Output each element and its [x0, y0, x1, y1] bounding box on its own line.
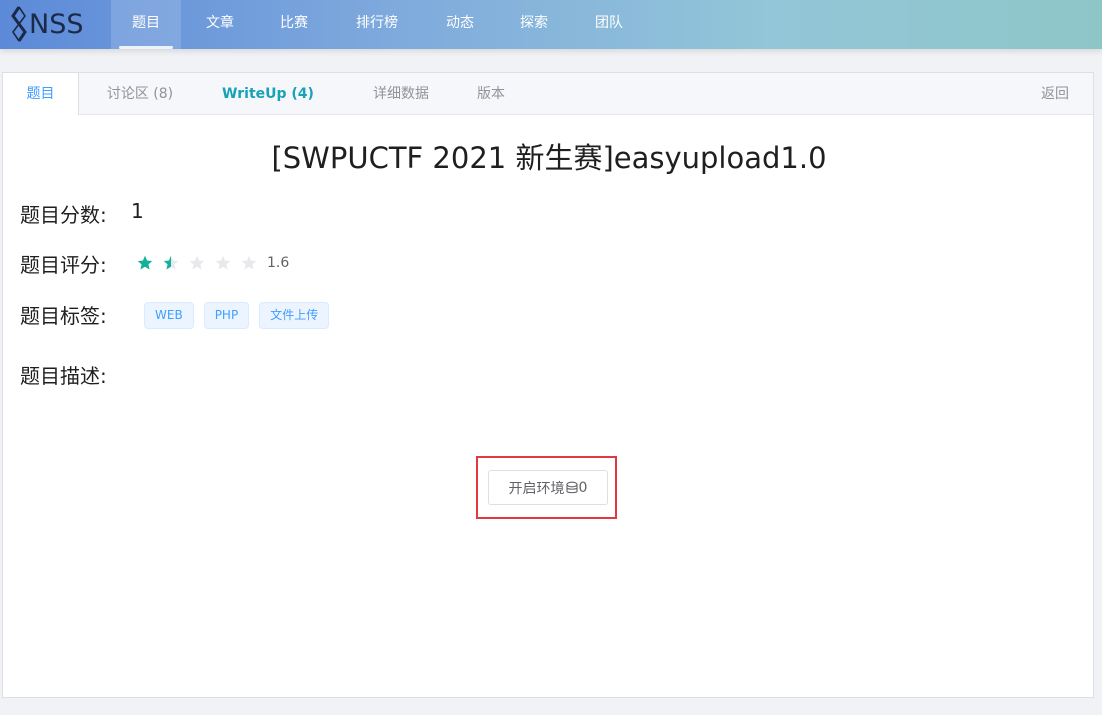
logo-mark-icon — [10, 6, 28, 42]
site-logo[interactable]: NSS — [10, 6, 83, 42]
tab-problem[interactable]: 题目 — [3, 73, 79, 115]
tag-file-upload[interactable]: 文件上传 — [259, 302, 330, 329]
score-value: 1 — [131, 199, 144, 223]
nav-item-problems[interactable]: 题目 — [111, 0, 181, 49]
tab-details[interactable]: 详细数据 — [361, 73, 441, 115]
star-icon[interactable] — [241, 253, 267, 273]
rating-label: 题目评分: — [20, 253, 107, 277]
nav-item-rankings[interactable]: 排行榜 — [343, 0, 411, 49]
nav-item-explore[interactable]: 探索 — [504, 0, 564, 49]
logo-text: NSS — [29, 8, 84, 40]
tab-version[interactable]: 版本 — [469, 73, 513, 115]
tag-web[interactable]: WEB — [144, 302, 194, 329]
tab-writeup[interactable]: WriteUp (4) — [213, 73, 323, 115]
top-navbar: NSS 题目 文章 比赛 排行榜 动态 探索 团队 — [0, 0, 1102, 49]
start-environment-cost: 0 — [578, 479, 588, 496]
star-icon[interactable] — [189, 253, 215, 273]
return-link[interactable]: 返回 — [1041, 73, 1069, 115]
nav-item-contests[interactable]: 比赛 — [264, 0, 324, 49]
nav-item-articles[interactable]: 文章 — [190, 0, 250, 49]
start-environment-label: 开启环境 — [508, 480, 565, 497]
score-label: 题目分数: — [20, 203, 107, 227]
rating-value: 1.6 — [267, 255, 290, 271]
problem-tabs: 题目 讨论区 (8) WriteUp (4) 详细数据 版本 返回 — [3, 73, 1093, 115]
rating-stars[interactable]: 1.6 — [137, 253, 289, 273]
tag-php[interactable]: PHP — [203, 302, 250, 329]
nav-item-teams[interactable]: 团队 — [579, 0, 639, 49]
tags-label: 题目标签: — [20, 304, 107, 328]
nav-item-activity[interactable]: 动态 — [430, 0, 490, 49]
tab-discussion[interactable]: 讨论区 (8) — [95, 73, 185, 115]
problem-title: [SWPUCTF 2021 新生赛]easyupload1.0 — [271, 141, 827, 175]
description-label: 题目描述: — [20, 364, 107, 388]
star-icon[interactable] — [137, 253, 163, 273]
start-environment-button[interactable]: 开启环境 0 — [488, 470, 608, 505]
tag-list: WEB PHP 文件上传 — [144, 302, 339, 329]
coin-stack-icon — [565, 481, 578, 495]
star-icon[interactable] — [215, 253, 241, 273]
problem-card: 题目 讨论区 (8) WriteUp (4) 详细数据 版本 返回 [SWPUC… — [2, 72, 1094, 698]
star-icon[interactable] — [163, 253, 189, 273]
